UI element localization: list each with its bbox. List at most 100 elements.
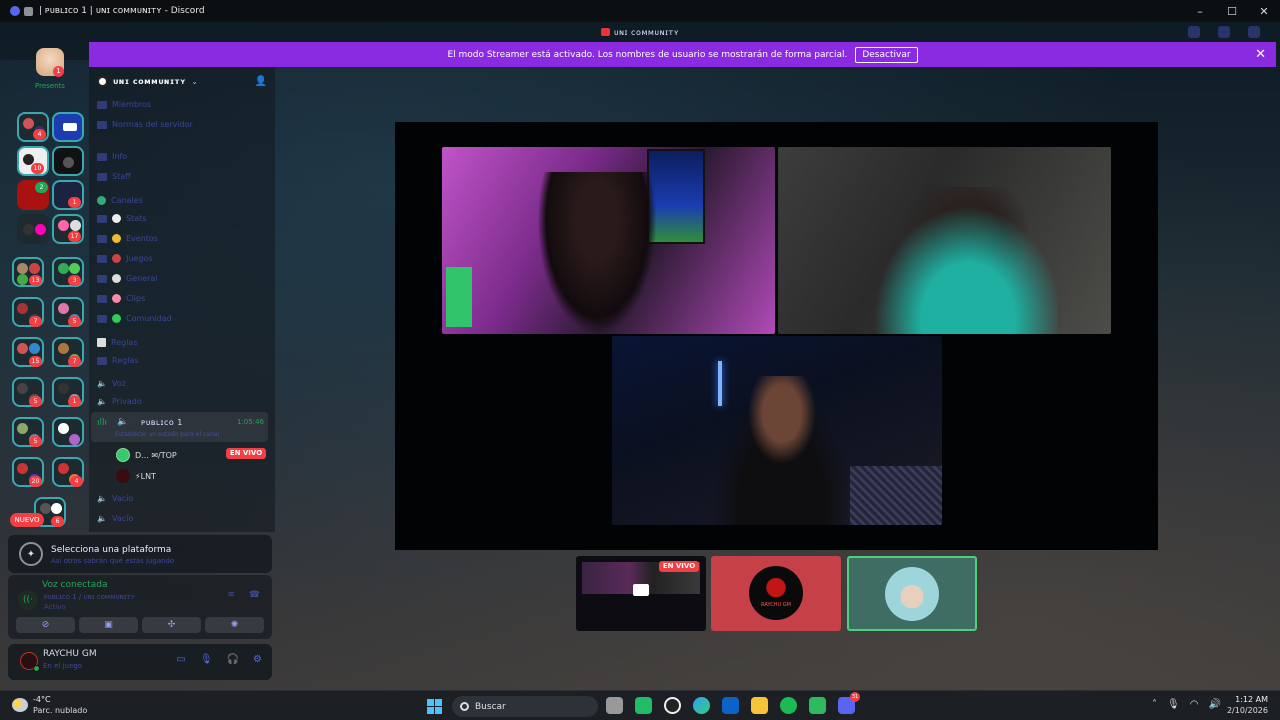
channel-item[interactable]: Eventos — [97, 234, 158, 243]
channel-label: Vacío — [111, 514, 134, 523]
active-voice-channel[interactable]: ıllı 🔈 ᴘᴜʙʟɪᴄᴏ 1 1:05:46 Establecer un e… — [91, 412, 268, 442]
store-icon[interactable] — [635, 697, 652, 714]
channel-label: Eventos — [126, 234, 158, 243]
participant-thumbnail[interactable]: RAYCHU GM — [711, 556, 841, 631]
channel-item[interactable]: Reglas — [97, 356, 139, 365]
server-folder[interactable] — [52, 417, 84, 447]
guild-header[interactable]: ᴜɴɪ ᴄᴏᴍᴍᴜɴɪᴛʏ ⌄ — [97, 76, 198, 87]
camera-off-button[interactable]: ⊘ — [16, 617, 75, 633]
video-tile[interactable] — [612, 336, 942, 525]
openai-icon[interactable] — [664, 697, 681, 714]
chevron-up-icon[interactable]: ˄ — [1152, 699, 1157, 710]
settings-gear-icon[interactable]: ⚙ — [253, 654, 262, 665]
screen-share-button[interactable]: ▣ — [79, 617, 138, 633]
channel-item[interactable]: Normas del servidor — [97, 120, 193, 129]
threads-icon[interactable] — [1248, 26, 1260, 38]
voice-channel-item[interactable]: 🔈 Vacío — [97, 514, 133, 523]
disconnect-icon[interactable]: ☎ — [249, 590, 260, 600]
edge-icon[interactable] — [693, 697, 710, 714]
headphones-icon[interactable]: 🎧 — [227, 654, 239, 665]
temperature[interactable]: -4°C — [33, 695, 51, 704]
server-icon[interactable] — [17, 214, 49, 244]
microphone-icon[interactable]: 🎙 — [200, 654, 213, 665]
microphone-icon[interactable]: 🎙 — [1167, 699, 1180, 710]
voice-channel-status[interactable]: Establecer un estado para el canal — [115, 431, 219, 438]
channel-item[interactable]: Canales — [97, 196, 143, 205]
channel-item[interactable]: Reglas — [97, 338, 138, 347]
home-badge: 1 — [53, 66, 64, 77]
channel-icon — [97, 152, 107, 161]
channel-item[interactable]: Staff — [97, 172, 131, 181]
channel-item[interactable]: Stats — [97, 214, 146, 223]
channel-item[interactable]: Info — [97, 152, 127, 161]
video-tile[interactable] — [442, 147, 775, 334]
activities-button[interactable]: ✣ — [142, 617, 201, 633]
windows-start-icon[interactable] — [427, 699, 442, 714]
folder-badge: 5 — [68, 316, 81, 327]
folder-badge: 7 — [68, 356, 81, 367]
voice-activity-icon: ıllı — [97, 418, 108, 428]
channel-item[interactable]: Miembros — [97, 100, 151, 109]
avatar — [116, 448, 130, 462]
online-status-icon — [33, 665, 40, 672]
voice-connected-title[interactable]: Voz conectada — [42, 580, 107, 590]
speaker-icon: 🔈 — [97, 494, 107, 503]
controller-icon: ✦ — [19, 542, 43, 566]
soundboard-button[interactable]: ✺ — [205, 617, 264, 633]
chevron-down-icon: ⌄ — [191, 77, 198, 86]
voice-connected-channel[interactable]: ᴘᴜʙʟɪᴄᴏ 1 / ᴜɴɪ ᴄᴏᴍᴍᴜɴɪᴛʏ — [44, 593, 135, 601]
folder-badge: 17 — [68, 231, 81, 242]
deactivate-streamer-button[interactable]: Desactivar — [855, 46, 918, 63]
task-view-icon[interactable] — [606, 697, 623, 714]
voice-channel-name: ᴘᴜʙʟɪᴄᴏ 1 — [141, 418, 183, 427]
channel-icon — [97, 172, 107, 181]
weather-icon[interactable] — [12, 698, 28, 712]
folder-badge: 20 — [29, 476, 42, 487]
channel-item[interactable]: General — [97, 274, 158, 283]
username[interactable]: RAYCHU GM — [43, 649, 97, 659]
smile-icon — [112, 294, 121, 303]
inbox-icon[interactable] — [1188, 26, 1200, 38]
participant-thumbnail[interactable]: EN VIVO — [576, 556, 706, 631]
voice-member[interactable]: ⚡LNT — [116, 469, 156, 483]
discord-icon[interactable]: 31 — [838, 692, 860, 714]
speaker-icon: 🔈 — [97, 379, 107, 388]
video-tile[interactable] — [778, 147, 1111, 334]
outlook-icon[interactable] — [722, 697, 739, 714]
server-folder[interactable] — [52, 146, 84, 176]
game-controller-icon[interactable]: ▭ — [176, 654, 185, 665]
server-folder[interactable] — [52, 112, 84, 142]
streamer-banner-text: El modo Streamer está activado. Los nomb… — [447, 49, 848, 60]
wifi-icon[interactable]: ◠ — [1190, 699, 1199, 710]
taskbar-search[interactable]: Buscar — [452, 696, 598, 717]
maximize-button[interactable]: ☐ — [1216, 0, 1248, 22]
participant-thumbnail[interactable] — [847, 556, 977, 631]
discord-logo-icon — [10, 6, 20, 16]
spotify-icon[interactable] — [780, 697, 797, 714]
folder-badge: 1 — [68, 197, 81, 208]
folder-badge: 6 — [51, 516, 64, 527]
file-explorer-icon[interactable] — [751, 697, 768, 714]
close-banner-icon[interactable]: ✕ — [1255, 47, 1266, 62]
minimize-button[interactable]: – — [1184, 0, 1216, 22]
window-title: | ᴘᴜʙʟɪᴄᴏ 1 | ᴜɴɪ ᴄᴏᴍᴍᴜɴɪᴛʏ - Discord — [39, 6, 205, 16]
channel-item[interactable]: Comunidad — [97, 314, 172, 323]
invite-icon[interactable]: 👤 — [255, 76, 267, 87]
live-badge: EN VIVO — [659, 561, 699, 572]
channel-label: Info — [112, 152, 128, 161]
channel-item[interactable]: Clips — [97, 294, 145, 303]
volume-icon[interactable]: 🔊 — [1208, 699, 1220, 710]
channel-item[interactable]: Juegos — [97, 254, 153, 263]
voice-channel-item[interactable]: 🔈 Privado — [97, 397, 142, 406]
platform-panel[interactable]: ✦ Selecciona una plataforma Así otros sa… — [8, 535, 272, 573]
voice-member[interactable]: D... ✉/TOP — [116, 448, 177, 462]
document-icon — [97, 338, 106, 347]
help-icon[interactable] — [1218, 26, 1230, 38]
close-window-button[interactable]: ✕ — [1248, 0, 1280, 22]
noise-suppression-icon[interactable]: ≋ — [227, 590, 235, 600]
voice-category[interactable]: 🔈 Voz — [97, 379, 126, 388]
voice-channel-item[interactable]: 🔈 Vacío — [97, 494, 133, 503]
weather-condition[interactable]: Parc. nublado — [33, 706, 87, 715]
xbox-app-icon[interactable] — [809, 697, 826, 714]
system-clock[interactable]: 1:12 AM 2/10/2026 — [1227, 695, 1268, 715]
